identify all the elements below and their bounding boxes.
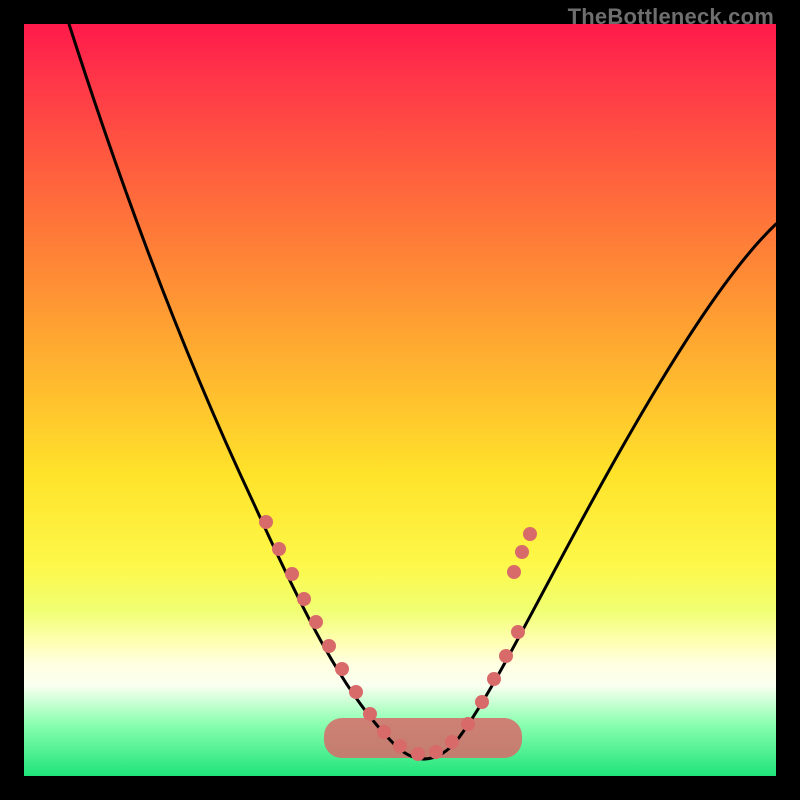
chart-frame [24, 24, 776, 776]
chart-svg [24, 24, 776, 776]
bottleneck-curve [69, 24, 776, 759]
watermark-text: TheBottleneck.com [568, 4, 774, 30]
